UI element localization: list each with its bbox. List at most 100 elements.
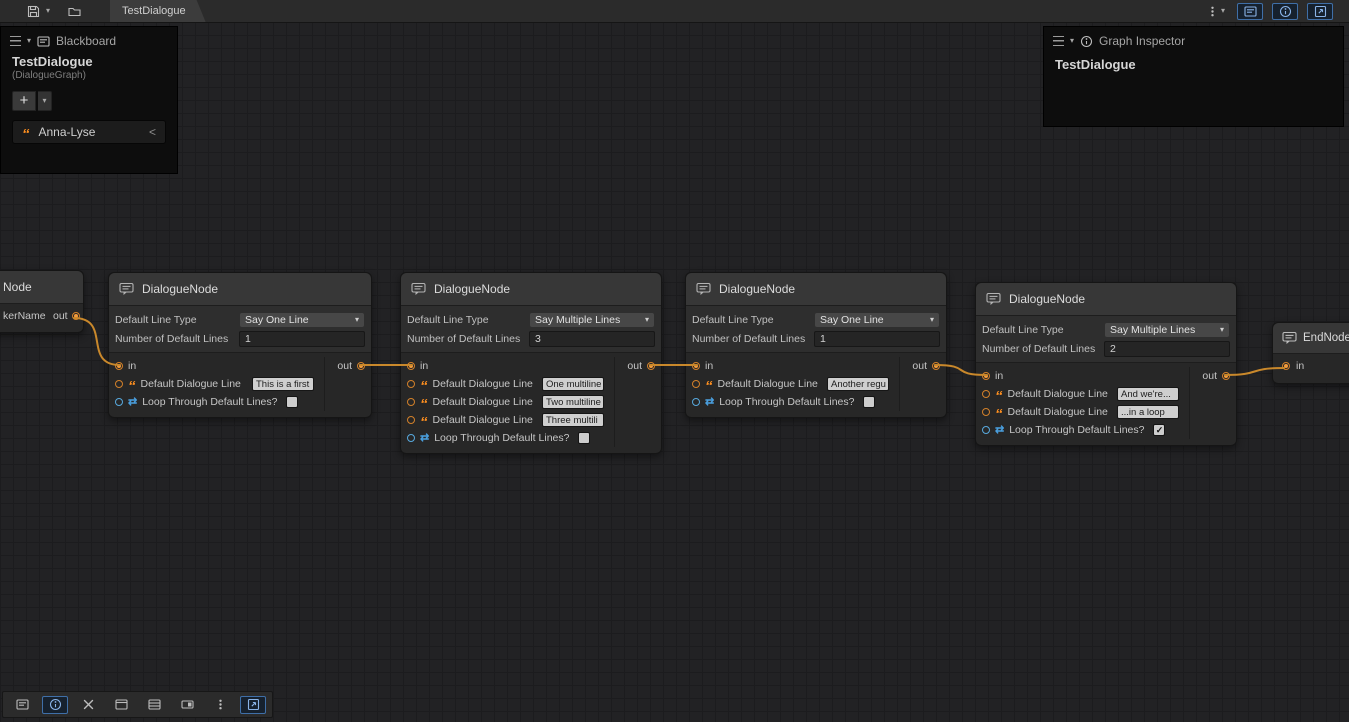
window-button[interactable] [108,696,134,714]
dialogue-node[interactable]: DialogueNodeDefault Line TypeSay Multipl… [400,272,662,454]
out-port[interactable] [72,312,80,320]
dialogue-line-field[interactable]: One multiline [542,377,604,391]
bool-port[interactable] [407,434,415,442]
node-title-label: Node [3,280,32,294]
loop-checkbox[interactable]: ✓ [1153,424,1165,436]
open-folder-button[interactable] [65,2,84,20]
graph-inspector-button[interactable] [42,696,68,714]
number-of-lines-field[interactable]: 1 [239,331,365,347]
bool-port[interactable] [982,426,990,434]
port-label: in [128,360,136,372]
line-type-dropdown[interactable]: Say Multiple Lines▾ [1104,322,1230,338]
chevron-left-icon[interactable]: < [149,125,156,139]
dialogue-line-field[interactable]: Two multiline [542,395,604,409]
in-port-label: in [1296,360,1304,372]
loop-checkbox[interactable] [578,432,590,444]
out-port[interactable] [357,362,365,370]
add-property-button[interactable]: + [12,91,36,111]
dialogue-line-field[interactable]: And we're... [1117,387,1179,401]
blackboard-header[interactable]: ▾ Blackboard [1,27,177,51]
quote-icon: “ [995,394,1003,400]
blackboard-button[interactable] [9,696,35,714]
out-port[interactable] [1222,372,1230,380]
loop-icon: ⇄ [995,425,1004,436]
line-type-dropdown[interactable]: Say One Line▾ [814,312,940,328]
property-label: Default Line Type [692,314,814,326]
toggle-view-button[interactable] [174,696,200,714]
dialogue-line-field[interactable]: ...in a loop [1117,405,1179,419]
save-options-button[interactable]: ▾ [43,2,53,20]
fullscreen-button[interactable] [240,696,266,714]
port-label: Loop Through Default Lines? [1009,424,1144,436]
string-port[interactable] [407,398,415,406]
caret-down-icon: ▾ [46,7,50,15]
fullscreen-toggle-button[interactable] [1307,3,1333,20]
hamburger-icon[interactable] [10,36,21,46]
collapse-caret-icon[interactable]: ▾ [27,37,31,45]
blackboard-field[interactable]: “ Anna-Lyse < [12,120,166,144]
in-port[interactable] [115,362,123,370]
dialogue-line-field[interactable]: This is a first [252,377,314,391]
dialogue-node-icon [986,292,1001,306]
node-title-bar[interactable]: DialogueNode [976,283,1236,316]
hamburger-icon[interactable] [1053,36,1064,46]
string-port[interactable] [115,380,123,388]
dialogue-node[interactable]: DialogueNode Default Line TypeSay Multipl… [975,282,1237,446]
end-node[interactable]: EndNode in [1272,322,1349,384]
more-button[interactable] [207,696,233,714]
dialogue-line-field[interactable]: Another regu [827,377,889,391]
line-type-dropdown[interactable]: Say Multiple Lines▾ [529,312,655,328]
string-port[interactable] [982,390,990,398]
caret-down-icon: ▾ [930,315,934,324]
line-type-dropdown[interactable]: Say One Line▾ [239,312,365,328]
kebab-menu-icon [1206,5,1219,18]
blackboard-toggle-button[interactable] [1237,3,1263,20]
string-port[interactable] [407,416,415,424]
caret-down-icon: ▾ [1221,7,1225,15]
loop-checkbox[interactable] [286,396,298,408]
bool-port[interactable] [115,398,123,406]
tools-button[interactable] [75,696,101,714]
string-port[interactable] [982,408,990,416]
node-title-bar[interactable]: DialogueNode [401,273,661,306]
in-port[interactable] [692,362,700,370]
add-property-options-button[interactable]: ▾ [38,91,52,111]
number-of-lines-field[interactable]: 1 [814,331,940,347]
node-title-bar[interactable]: DialogueNode [109,273,371,306]
dialogue-node[interactable]: DialogueNode Default Line TypeSay One Lin… [108,272,372,418]
string-port[interactable] [692,380,700,388]
blackboard-graph-name: TestDialogue [1,51,177,69]
dialogue-line-field[interactable]: Three multili [542,413,604,427]
node-title-bar[interactable]: DialogueNode [686,273,946,306]
node-title-bar[interactable]: EndNode [1273,323,1349,354]
blackboard-panel: ▾ Blackboard TestDialogue (DialogueGraph… [0,26,178,174]
graph-tab[interactable]: TestDialogue [110,0,206,22]
number-of-lines-field[interactable]: 3 [529,331,655,347]
graph-inspector-header[interactable]: ▾ Graph Inspector [1044,27,1343,51]
kebab-menu-button[interactable]: ▾ [1203,2,1228,20]
out-port[interactable] [932,362,940,370]
in-port[interactable] [982,372,990,380]
node-title-bar[interactable]: Node [0,271,83,304]
board-button[interactable] [141,696,167,714]
out-port-label: out [1202,370,1217,382]
string-port[interactable] [407,380,415,388]
dialogue-node[interactable]: DialogueNode Default Line TypeSay One Lin… [685,272,947,418]
property-row: Default Line TypeSay Multiple Lines▾ [982,320,1230,339]
property-label: Number of Default Lines [982,343,1104,355]
bool-port[interactable] [692,398,700,406]
out-port[interactable] [647,362,655,370]
property-label: Default Line Type [115,314,239,326]
port-label: Default Dialogue Line [141,378,244,390]
number-of-lines-field[interactable]: 2 [1104,341,1230,357]
in-port[interactable] [1282,362,1290,370]
dialogue-line-value: This is a first [256,379,309,390]
input-port-row: “Default Dialogue LineAnother regu [686,375,899,393]
save-button[interactable] [24,2,43,20]
loop-checkbox[interactable] [863,396,875,408]
in-port[interactable] [407,362,415,370]
bottom-toolbar [2,691,273,718]
speaker-node-partial[interactable]: Node kerName out [0,270,84,333]
graph-inspector-toggle-button[interactable] [1272,3,1298,20]
collapse-caret-icon[interactable]: ▾ [1070,37,1074,45]
